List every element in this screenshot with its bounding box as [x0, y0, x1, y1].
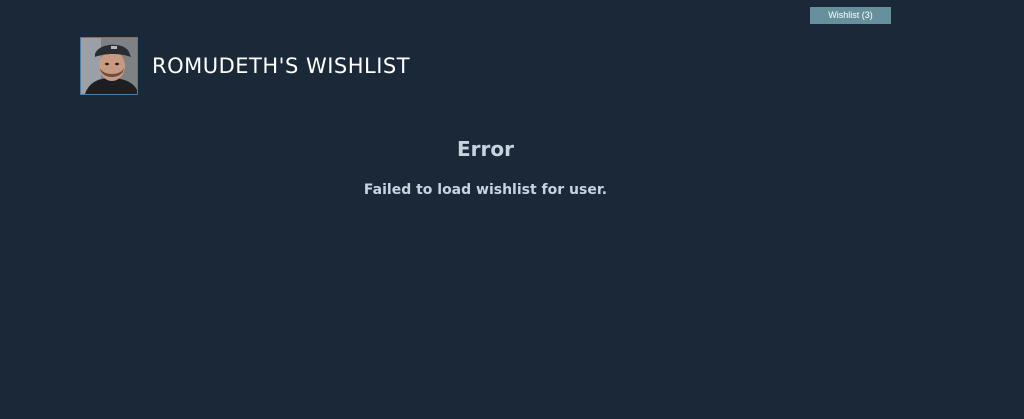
avatar[interactable] — [80, 37, 138, 95]
user-avatar-icon — [81, 38, 137, 94]
wishlist-page: Wishlist (3) ROMUDETH'S WISHLIST Error F… — [0, 0, 1024, 419]
wishlist-count-button[interactable]: Wishlist (3) — [810, 7, 891, 24]
profile-header: ROMUDETH'S WISHLIST — [80, 37, 410, 95]
page-title: ROMUDETH'S WISHLIST — [152, 54, 411, 78]
error-title: Error — [457, 137, 514, 161]
error-panel: Error Failed to load wishlist for user. — [0, 137, 971, 199]
error-message: Failed to load wishlist for user. — [363, 182, 608, 198]
